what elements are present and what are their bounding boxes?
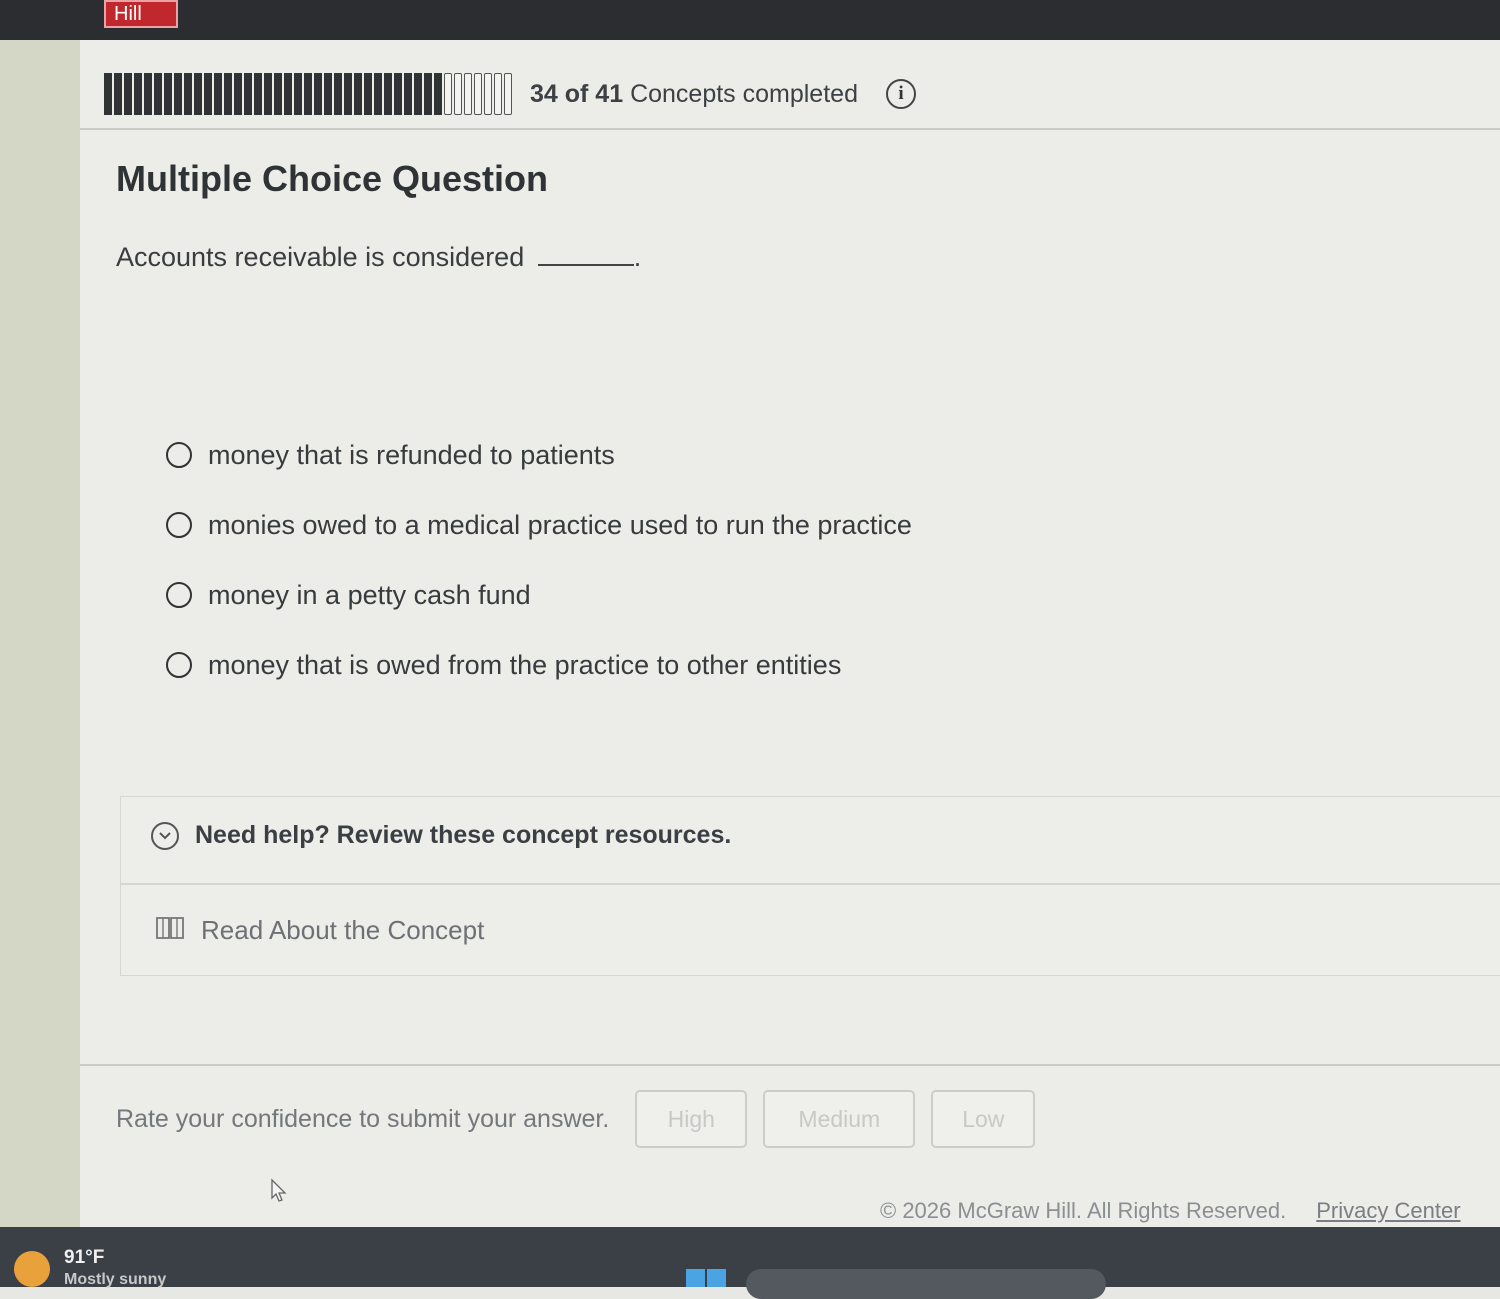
progress-segment-complete	[184, 73, 192, 115]
answer-option[interactable]: monies owed to a medical practice used t…	[166, 490, 1066, 560]
progress-segment-complete	[294, 73, 302, 115]
progress-segment-complete	[334, 73, 342, 115]
progress-segment-complete	[304, 73, 312, 115]
progress-segment-incomplete	[454, 73, 462, 115]
temperature-text: 91°F	[64, 1247, 105, 1268]
weather-description: Mostly sunny	[64, 1271, 167, 1288]
progress-segment-incomplete	[464, 73, 472, 115]
browser-top-bar: Hill	[0, 0, 1500, 40]
question-stem-end: .	[633, 242, 642, 272]
progress-segment-complete	[194, 73, 202, 115]
confidence-medium-button[interactable]: Medium	[763, 1090, 916, 1148]
progress-bar	[104, 73, 512, 115]
taskbar-search[interactable]	[746, 1269, 1106, 1299]
copyright-text: © 2026 McGraw Hill. All Rights Reserved.	[880, 1198, 1287, 1223]
progress-segment-complete	[134, 73, 142, 115]
radio-button[interactable]	[166, 582, 192, 608]
progress-segment-complete	[264, 73, 272, 115]
concept-resources-title: Need help? Review these concept resource…	[195, 821, 732, 849]
progress-count: 34 of 41	[530, 79, 624, 108]
progress-segment-complete	[154, 73, 162, 115]
book-icon	[155, 916, 185, 945]
question-type-title: Multiple Choice Question	[116, 158, 549, 199]
footer: © 2026 McGraw Hill. All Rights Reserved.…	[880, 1198, 1461, 1224]
taskbar: 91°F Mostly sunny	[0, 1227, 1500, 1299]
progress-segment-complete	[244, 73, 252, 115]
progress-segment-complete	[204, 73, 212, 115]
progress-text: 34 of 41 Concepts completed	[530, 80, 858, 109]
page-content: 34 of 41 Concepts completed i Multiple C…	[80, 40, 1500, 1227]
progress-segment-complete	[364, 73, 372, 115]
progress-segment-complete	[404, 73, 412, 115]
privacy-center-link[interactable]: Privacy Center	[1316, 1198, 1460, 1224]
progress-segment-incomplete	[484, 73, 492, 115]
mouse-cursor-icon	[270, 1178, 288, 1209]
progress-segment-complete	[344, 73, 352, 115]
progress-segment-incomplete	[474, 73, 482, 115]
progress-segment-complete	[124, 73, 132, 115]
progress-segment-complete	[394, 73, 402, 115]
answer-option-label: money that is refunded to patients	[208, 439, 615, 470]
progress-segment-complete	[424, 73, 432, 115]
answer-option-label: money that is owed from the practice to …	[208, 649, 842, 680]
question-stem: Accounts receivable is considered .	[116, 240, 641, 273]
progress-segment-complete	[254, 73, 262, 115]
answer-option[interactable]: money that is owed from the practice to …	[166, 630, 1066, 700]
question-stem-text: Accounts receivable is considered	[116, 242, 525, 272]
progress-segment-complete	[314, 73, 322, 115]
weather-icon[interactable]	[14, 1251, 50, 1287]
radio-button[interactable]	[166, 442, 192, 468]
progress-segment-complete	[224, 73, 232, 115]
progress-segment-incomplete	[494, 73, 502, 115]
progress-segment-complete	[104, 73, 112, 115]
progress-label: Concepts completed	[630, 79, 858, 108]
progress-segment-complete	[354, 73, 362, 115]
chevron-down-icon	[151, 821, 179, 850]
info-icon[interactable]: i	[885, 79, 916, 109]
confidence-low-button[interactable]: Low	[931, 1090, 1036, 1148]
read-about-concept-label: Read About the Concept	[201, 915, 485, 945]
confidence-row: Rate your confidence to submit your answ…	[116, 1090, 1051, 1148]
concept-resources-toggle[interactable]: Need help? Review these concept resource…	[151, 821, 731, 850]
progress-segment-complete	[284, 73, 292, 115]
answer-options: money that is refunded to patients monie…	[166, 420, 1066, 700]
answer-blank	[537, 240, 634, 266]
panel-divider	[121, 883, 1500, 885]
confidence-divider	[80, 1064, 1500, 1066]
progress-segment-complete	[234, 73, 242, 115]
progress-segment-complete	[414, 73, 422, 115]
answer-option-label: monies owed to a medical practice used t…	[208, 509, 912, 540]
progress-segment-incomplete	[444, 73, 452, 115]
header-divider	[80, 128, 1500, 130]
confidence-prompt: Rate your confidence to submit your answ…	[116, 1104, 610, 1133]
answer-option-label: money in a petty cash fund	[208, 579, 531, 610]
left-background	[0, 40, 80, 1227]
radio-button[interactable]	[166, 512, 192, 538]
progress-segment-complete	[384, 73, 392, 115]
brand-logo: Hill	[104, 0, 178, 28]
progress-segment-complete	[164, 73, 172, 115]
confidence-high-button[interactable]: High	[635, 1090, 748, 1148]
answer-option[interactable]: money that is refunded to patients	[166, 420, 1066, 490]
progress-segment-complete	[114, 73, 122, 115]
start-icon[interactable]	[686, 1269, 726, 1287]
answer-option[interactable]: money in a petty cash fund	[166, 560, 1066, 630]
progress-segment-complete	[324, 73, 332, 115]
concept-resources-panel: Need help? Review these concept resource…	[120, 796, 1500, 976]
progress-segment-complete	[434, 73, 442, 115]
progress-segment-complete	[174, 73, 182, 115]
progress-segment-complete	[144, 73, 152, 115]
read-about-concept-link[interactable]: Read About the Concept	[155, 915, 484, 946]
progress-segment-complete	[214, 73, 222, 115]
progress-segment-complete	[374, 73, 382, 115]
progress-row: 34 of 41 Concepts completed i	[104, 72, 916, 116]
brand-text: Hill	[114, 3, 142, 25]
progress-segment-incomplete	[504, 73, 512, 115]
progress-segment-complete	[274, 73, 282, 115]
radio-button[interactable]	[166, 652, 192, 678]
